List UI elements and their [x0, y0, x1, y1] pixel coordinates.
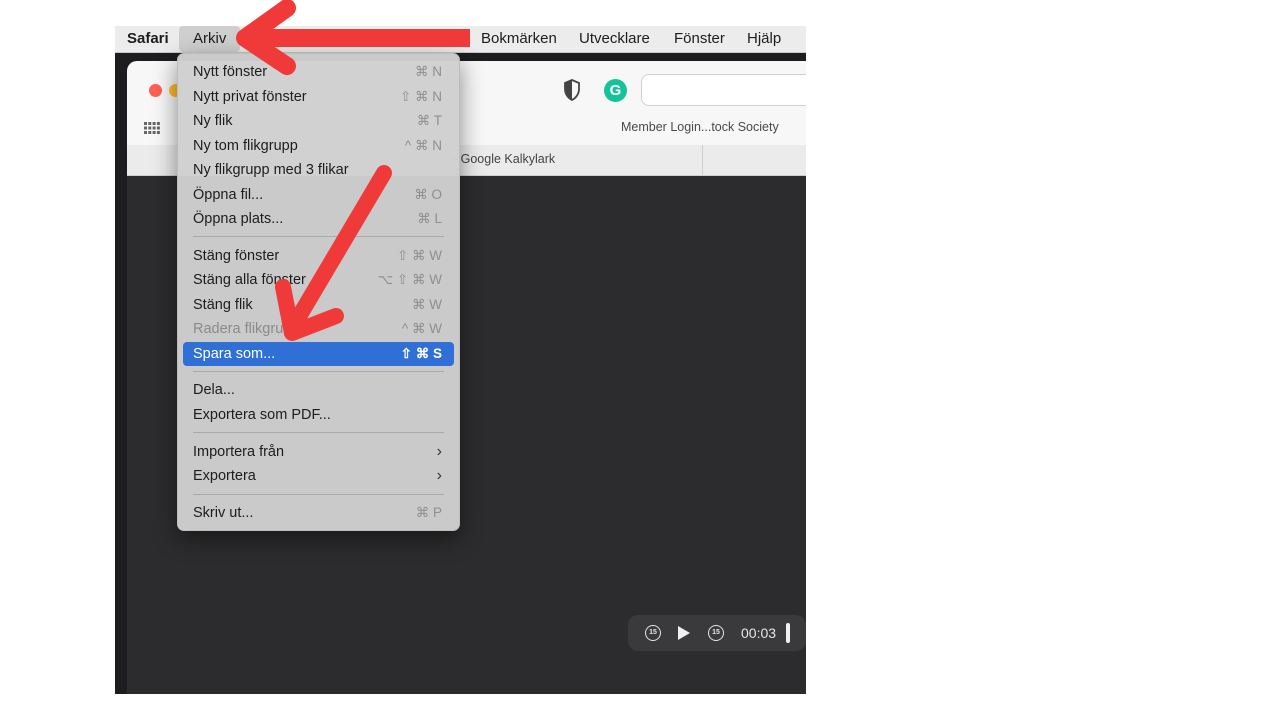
- tab-google-sheets[interactable]: - Google Kalkylark: [453, 152, 555, 166]
- menu-item-nytt-fonster[interactable]: Nytt fönster ⌘ N: [183, 60, 454, 84]
- menu-item-skriv-ut[interactable]: Skriv ut... ⌘ P: [183, 501, 454, 525]
- menu-item-label: Stäng flik: [193, 296, 253, 313]
- video-scrubber[interactable]: [786, 623, 790, 643]
- submenu-chevron-icon: ›: [436, 442, 442, 460]
- menu-separator: [193, 432, 444, 433]
- menu-item-label: Stäng fönster: [193, 247, 280, 264]
- menu-item-shortcut: ⌘ T: [416, 113, 442, 128]
- menu-item-label: Stäng alla fönster: [193, 272, 306, 288]
- grammarly-letter: G: [609, 82, 622, 99]
- menu-item-label: Ny flikgrupp med 3 flikar: [193, 162, 349, 178]
- submenu-chevron-icon: ›: [436, 467, 442, 484]
- menu-item-oppna-fil[interactable]: Öppna fil... ⌘ O: [183, 183, 454, 207]
- menu-item-shortcut: ⌘ N: [415, 64, 442, 79]
- menubar-app-safari[interactable]: Safari: [127, 26, 169, 52]
- play-icon[interactable]: [677, 626, 691, 640]
- menu-item-label: Radera flikgrupp: [193, 321, 300, 337]
- menu-item-shortcut: ⇧ ⌘ W: [396, 247, 442, 263]
- menu-item-label: Öppna plats...: [193, 211, 284, 227]
- menu-item-label: Importera från: [193, 443, 285, 460]
- tab-divider: [702, 145, 703, 175]
- menu-item-shortcut: ⇧ ⌘ S: [400, 345, 442, 361]
- menu-item-shortcut: ⌥ ⇧ ⌘ W: [377, 272, 442, 287]
- menu-item-shortcut: ⌘ L: [417, 211, 442, 226]
- menu-item-label: Ny flik: [193, 113, 233, 129]
- menu-item-shortcut: ^ ⌘ W: [401, 321, 442, 336]
- menu-item-stang-fonster[interactable]: Stäng fönster ⇧ ⌘ W: [183, 244, 454, 268]
- arkiv-dropdown-menu: Nytt fönster ⌘ N Nytt privat fönster ⇧ ⌘…: [177, 53, 460, 531]
- menu-item-radera-flikgrupp: Radera flikgrupp ^ ⌘ W: [183, 317, 454, 341]
- menu-item-shortcut: ⌘ P: [415, 504, 442, 520]
- menu-item-label: Dela...: [193, 382, 235, 398]
- menu-item-spara-som[interactable]: Spara som... ⇧ ⌘ S: [183, 341, 454, 366]
- menubar-bokmarken[interactable]: Bokmärken: [481, 26, 557, 52]
- menu-separator: [193, 236, 444, 237]
- menu-item-label: Exportera: [193, 468, 256, 484]
- privacy-shield-icon[interactable]: [563, 79, 581, 101]
- menu-item-ny-tom-flikgrupp[interactable]: Ny tom flikgrupp ^ ⌘ N: [183, 134, 454, 158]
- menu-item-importera-fran[interactable]: Importera från ›: [183, 440, 454, 464]
- menu-item-stang-alla-fonster[interactable]: Stäng alla fönster ⌥ ⇧ ⌘ W: [183, 268, 454, 292]
- favorites-bar-bookmark[interactable]: Member Login...tock Society: [621, 120, 779, 134]
- menu-item-exportera-som-pdf[interactable]: Exportera som PDF...: [183, 403, 454, 427]
- menu-item-label: Nytt fönster: [193, 64, 268, 80]
- menubar-fonster[interactable]: Fönster: [674, 26, 725, 52]
- screenshot: Safari Arkiv Bokmärken Utvecklare Fönste…: [115, 26, 806, 694]
- menu-item-label: Öppna fil...: [193, 186, 264, 203]
- menu-item-ny-flik[interactable]: Ny flik ⌘ T: [183, 109, 454, 133]
- menu-item-label: Skriv ut...: [193, 504, 254, 521]
- menu-item-label: Ny tom flikgrupp: [193, 137, 298, 154]
- menu-item-label: Exportera som PDF...: [193, 406, 331, 423]
- skip-forward-15-icon[interactable]: 15: [708, 625, 724, 641]
- menu-item-label: Nytt privat fönster: [193, 88, 307, 105]
- menu-item-exportera[interactable]: Exportera ›: [183, 464, 454, 488]
- tab-overview-grid-icon[interactable]: [144, 122, 160, 134]
- menu-item-shortcut: ⇧ ⌘ N: [399, 88, 442, 104]
- menu-item-dela[interactable]: Dela...: [183, 378, 454, 402]
- menubar-hjalp[interactable]: Hjälp: [747, 26, 781, 52]
- menu-item-shortcut: ^ ⌘ N: [404, 137, 442, 153]
- video-time: 00:03: [741, 625, 777, 641]
- menu-item-nytt-privat-fonster[interactable]: Nytt privat fönster ⇧ ⌘ N: [183, 85, 454, 109]
- grammarly-extension-icon[interactable]: G: [604, 79, 627, 102]
- skip-back-15-icon[interactable]: 15: [645, 625, 661, 641]
- menu-item-oppna-plats[interactable]: Öppna plats... ⌘ L: [183, 207, 454, 231]
- menu-item-label: Spara som...: [193, 345, 276, 362]
- address-bar[interactable]: [641, 74, 806, 106]
- menubar-utvecklare[interactable]: Utvecklare: [579, 26, 650, 52]
- video-controls: 15 15 00:03: [628, 615, 806, 651]
- menu-item-shortcut: ⌘ W: [412, 296, 442, 312]
- menu-item-shortcut: ⌘ O: [414, 186, 442, 202]
- close-window-button[interactable]: [149, 84, 162, 97]
- menu-separator: [193, 371, 444, 372]
- menu-item-stang-flik[interactable]: Stäng flik ⌘ W: [183, 293, 454, 317]
- menubar-arkiv[interactable]: Arkiv: [179, 26, 241, 52]
- menu-separator: [193, 494, 444, 495]
- menu-item-ny-flikgrupp-3-flikar[interactable]: Ny flikgrupp med 3 flikar: [183, 158, 454, 182]
- menu-bar: Safari Arkiv Bokmärken Utvecklare Fönste…: [115, 26, 806, 53]
